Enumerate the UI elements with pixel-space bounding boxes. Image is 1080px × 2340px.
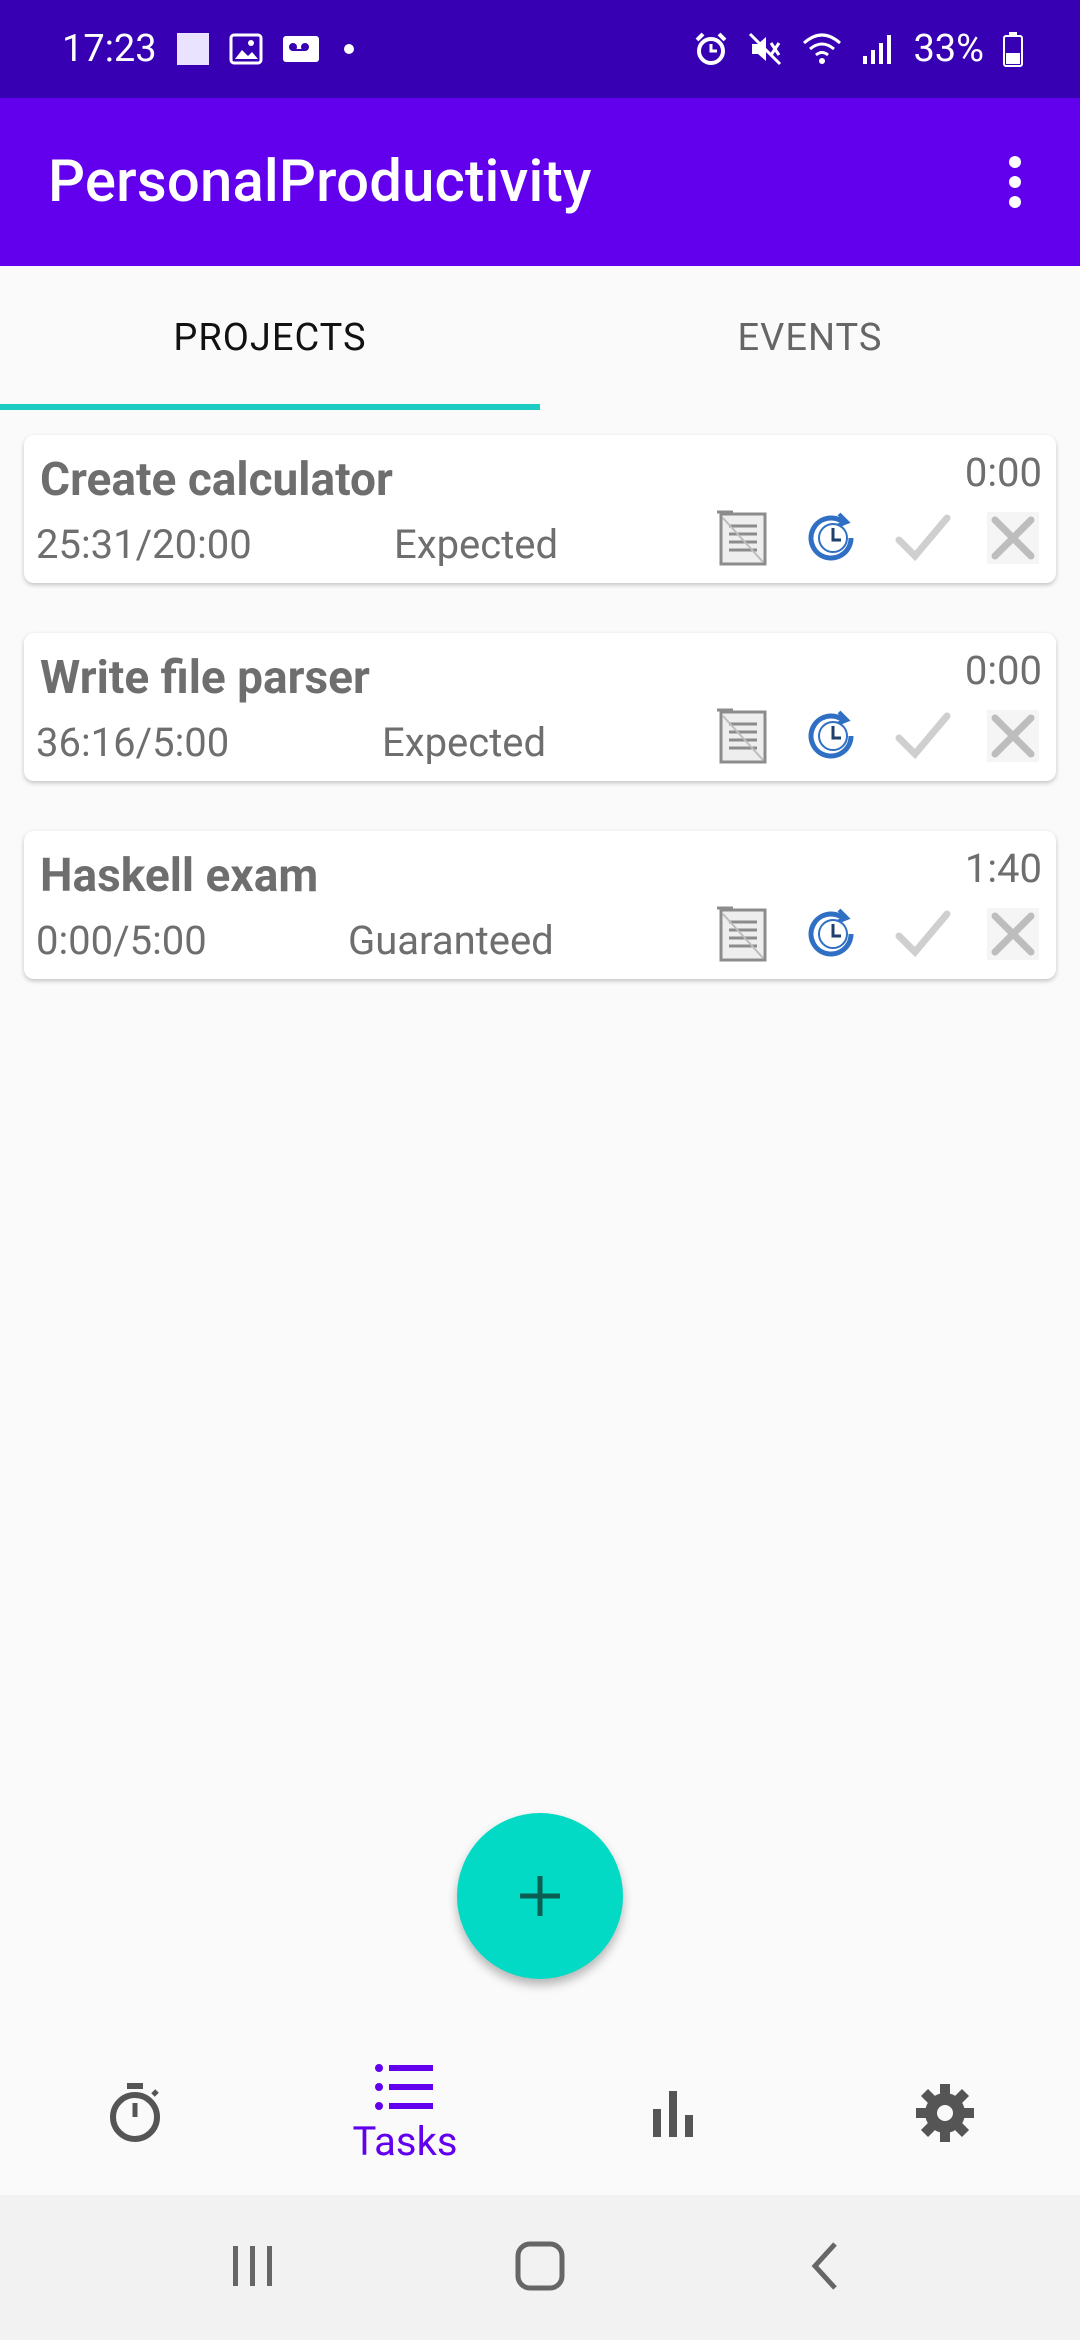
clock-restart-icon[interactable]: [802, 705, 864, 767]
tab-events-label: EVENTS: [737, 316, 883, 360]
project-progress: 0:00/5:00: [36, 917, 207, 964]
app-bar: PersonalProductivity: [0, 98, 1080, 266]
mute-icon: [747, 31, 783, 67]
tab-projects[interactable]: PROJECTS: [0, 266, 540, 410]
bar-chart-icon: [653, 2090, 693, 2137]
more-vert-icon[interactable]: [980, 132, 1050, 232]
signal-icon: [861, 32, 895, 66]
square-notification-icon: [175, 31, 211, 67]
project-time: 1:40: [964, 845, 1042, 892]
project-progress: 25:31/20:00: [36, 521, 252, 568]
app-title: PersonalProductivity: [48, 148, 592, 216]
check-icon[interactable]: [892, 903, 954, 965]
close-icon[interactable]: [982, 705, 1044, 767]
tab-indicator: [0, 404, 540, 410]
project-progress: 36:16/5:00: [36, 719, 230, 766]
nav-statistics[interactable]: [540, 2030, 810, 2195]
list-icon: [375, 2064, 433, 2110]
notes-icon[interactable]: [712, 903, 774, 965]
check-icon[interactable]: [892, 507, 954, 569]
close-icon[interactable]: [982, 507, 1044, 569]
nav-stopwatch[interactable]: [0, 2030, 270, 2195]
recent-apps-button[interactable]: [225, 2238, 281, 2298]
home-button[interactable]: [512, 2238, 568, 2298]
notes-icon[interactable]: [712, 705, 774, 767]
battery-icon: [1002, 31, 1024, 67]
back-icon: [811, 2241, 837, 2290]
clock-restart-icon[interactable]: [802, 903, 864, 965]
project-type: Expected: [382, 719, 547, 766]
voicemail-icon: [281, 32, 321, 66]
wifi-icon: [801, 31, 843, 67]
project-card[interactable]: Write file parser 0:00 36:16/5:00 Expect…: [24, 633, 1056, 781]
clock-restart-icon[interactable]: [802, 507, 864, 569]
project-type: Guaranteed: [348, 917, 554, 964]
plus-icon: [520, 1876, 560, 1916]
project-title: Write file parser: [40, 651, 370, 705]
notes-icon[interactable]: [712, 507, 774, 569]
project-card[interactable]: Haskell exam 1:40 0:00/5:00 Guaranteed: [24, 831, 1056, 979]
project-title: Haskell exam: [40, 849, 319, 903]
project-card[interactable]: Create calculator 0:00 25:31/20:00 Expec…: [24, 435, 1056, 583]
gear-icon: [916, 2083, 974, 2142]
project-time: 0:00: [964, 449, 1042, 496]
dot-icon: [339, 39, 359, 59]
recent-apps-icon: [233, 2245, 273, 2286]
check-icon[interactable]: [892, 705, 954, 767]
status-right: 33%: [693, 27, 1024, 71]
project-type: Expected: [394, 521, 559, 568]
add-project-button[interactable]: [457, 1813, 623, 1979]
nav-tasks[interactable]: Tasks: [270, 2030, 540, 2195]
nav-tasks-label: Tasks: [352, 2118, 458, 2165]
project-title: Create calculator: [40, 453, 393, 507]
close-icon[interactable]: [982, 903, 1044, 965]
back-button[interactable]: [799, 2238, 855, 2298]
status-bar: 17:23 33%: [0, 0, 1080, 98]
nav-settings[interactable]: [810, 2030, 1080, 2195]
status-left: 17:23: [62, 27, 359, 71]
tab-projects-label: PROJECTS: [173, 316, 367, 360]
home-icon: [515, 2241, 565, 2290]
status-time: 17:23: [62, 27, 157, 71]
bottom-navigation: Tasks: [0, 2030, 1080, 2195]
stopwatch-icon: [110, 2082, 160, 2142]
system-navigation: [0, 2195, 1080, 2340]
project-time: 0:00: [964, 647, 1042, 694]
project-actions: [712, 705, 1044, 767]
gallery-icon: [229, 32, 263, 66]
alarm-icon: [693, 31, 729, 67]
project-actions: [712, 507, 1044, 569]
tab-bar: PROJECTS EVENTS: [0, 266, 1080, 410]
tab-events[interactable]: EVENTS: [540, 266, 1080, 410]
project-actions: [712, 903, 1044, 965]
battery-percent: 33%: [913, 27, 984, 71]
